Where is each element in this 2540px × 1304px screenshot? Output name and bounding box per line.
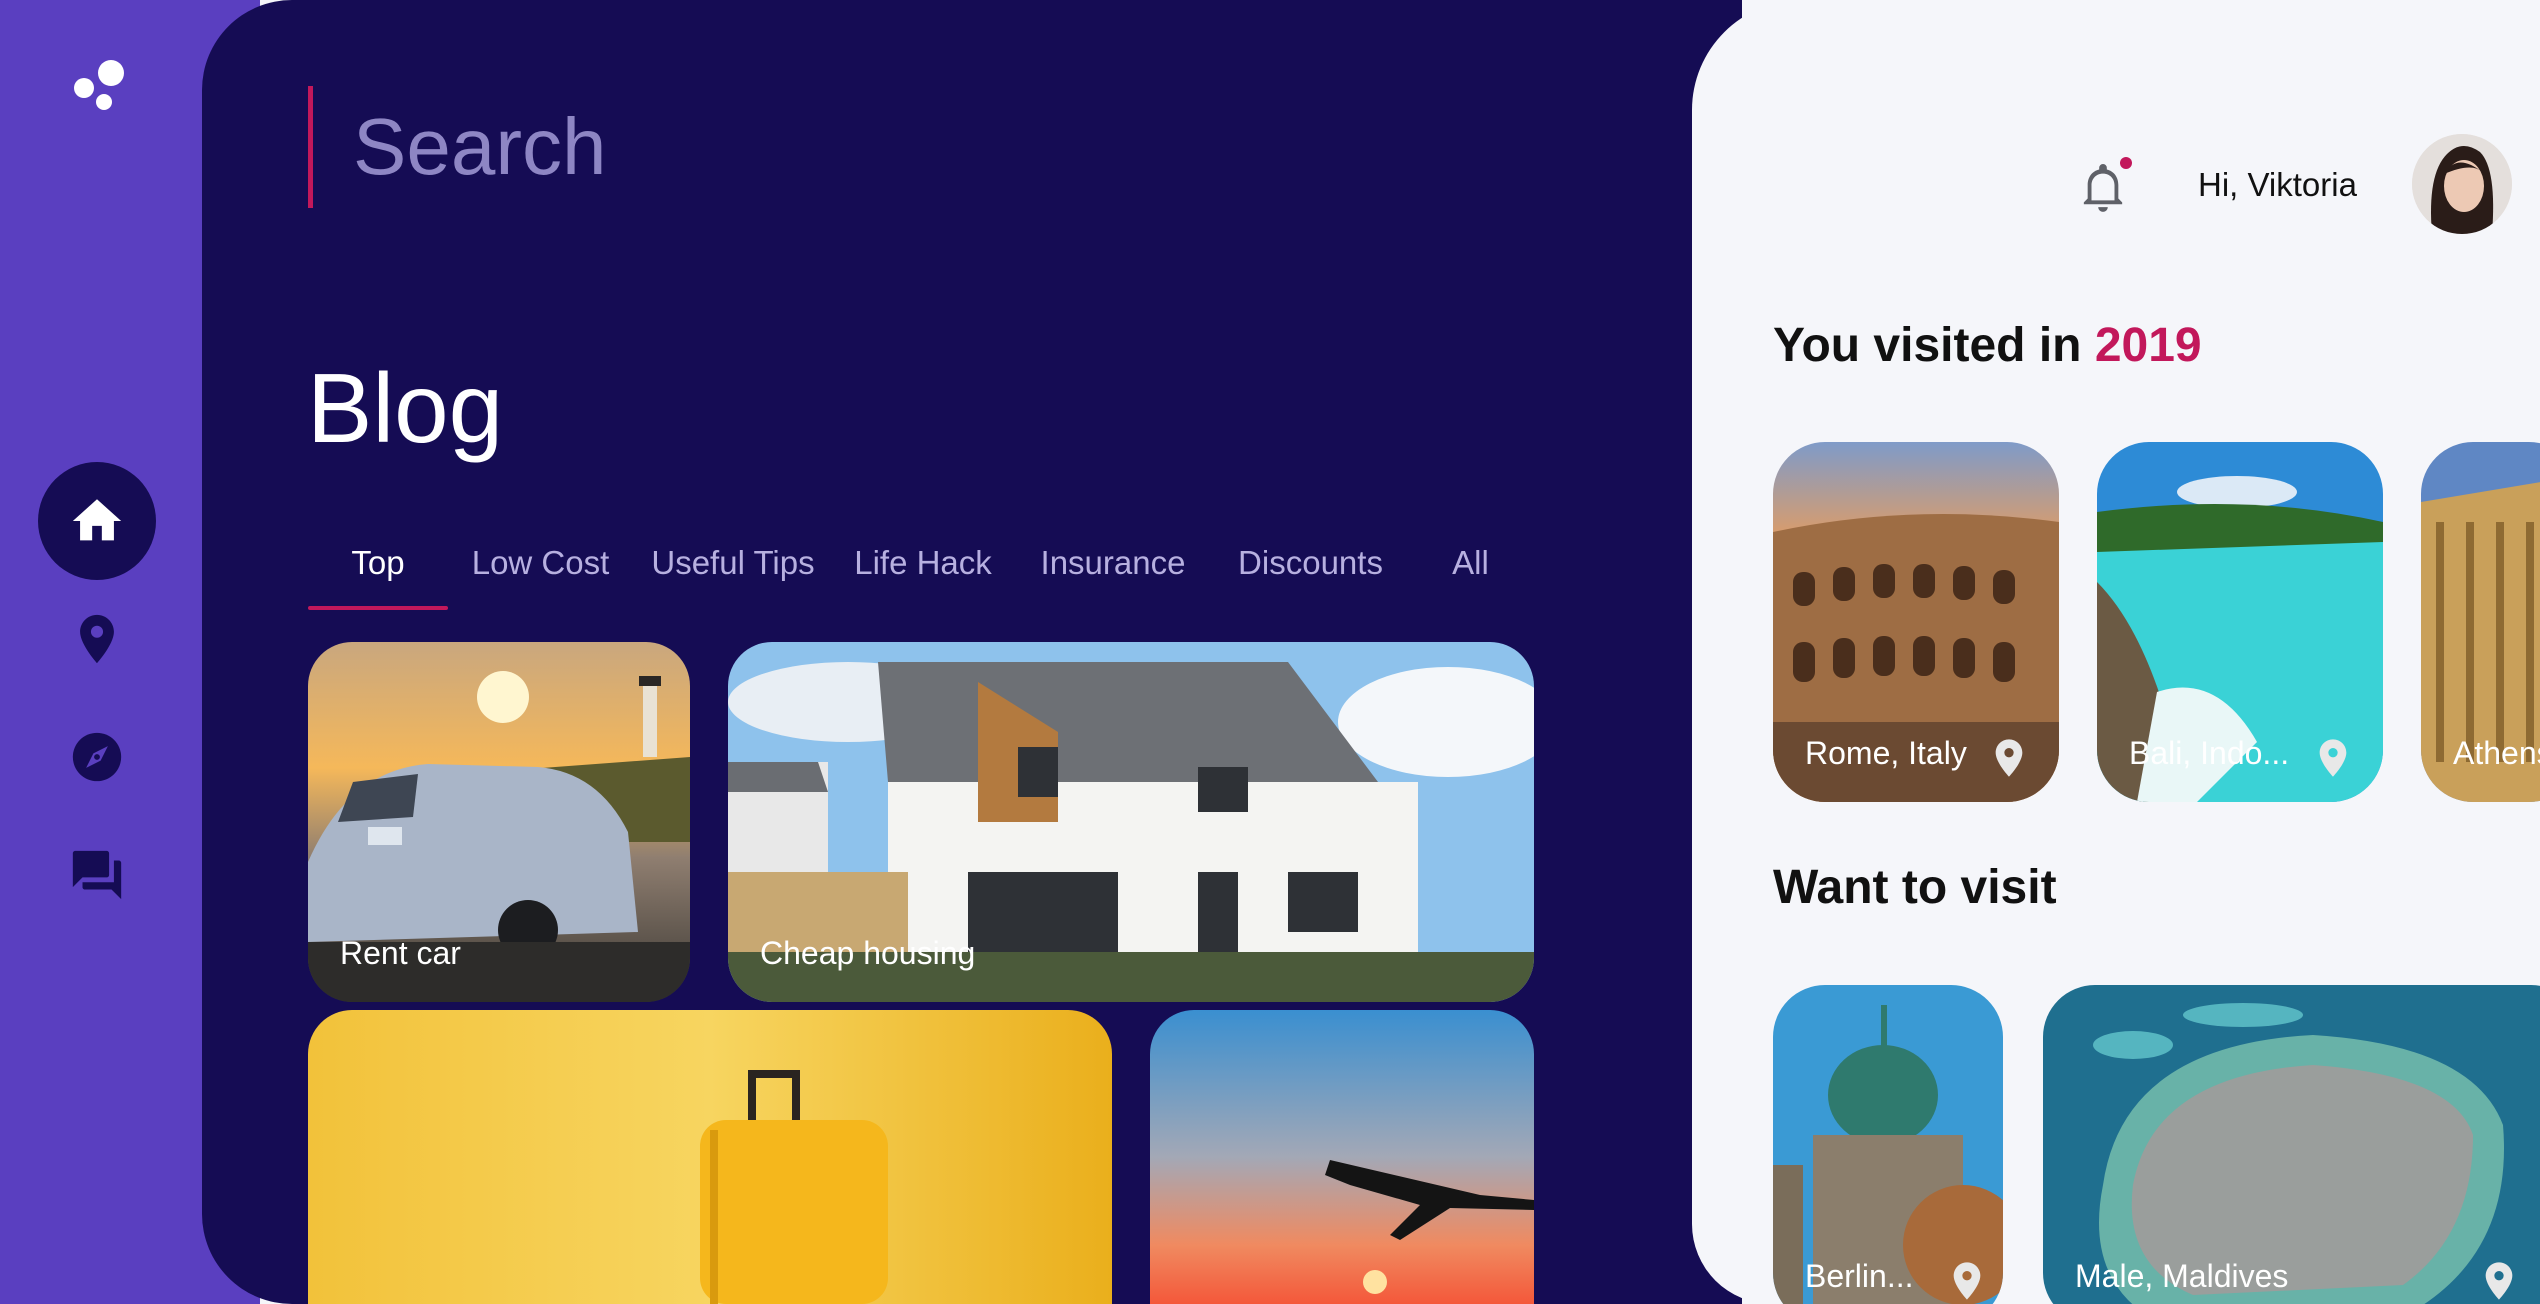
tab-life-hack[interactable]: Life Hack [833,536,1013,626]
blog-card-flight[interactable] [1150,1010,1534,1304]
tab-useful-tips[interactable]: Useful Tips [633,536,833,626]
nav-explore[interactable] [38,698,156,816]
want-card-maldives[interactable]: Male, Maldives [2043,985,2540,1304]
compass-icon [72,732,122,782]
nav-home[interactable] [38,462,156,580]
location-pin-icon [2485,1262,2513,1300]
place-label: Berlin... [1805,1258,1914,1294]
visited-card-athens[interactable]: Athens [2421,442,2540,802]
home-icon [72,499,122,541]
location-pin-icon [1953,1262,1981,1300]
tab-low-cost[interactable]: Low Cost [448,536,633,626]
place-label: Athens [2453,735,2540,771]
card-label: Rent car [340,935,461,971]
search-input[interactable] [353,101,1253,193]
airplane-photo [1150,1010,1534,1304]
app-logo[interactable] [70,56,130,112]
location-pin-icon [80,614,114,664]
tab-all[interactable]: All [1408,536,1533,626]
tab-insurance[interactable]: Insurance [1013,536,1213,626]
search-bar[interactable] [308,86,1308,208]
tab-top[interactable]: Top [308,536,448,626]
nav-chat[interactable] [38,816,156,934]
want-section-title: Want to visit [1773,861,2057,914]
tab-discounts[interactable]: Discounts [1213,536,1408,626]
notification-badge [2120,157,2132,169]
location-pin-icon [2319,739,2347,777]
visited-year: 2019 [2094,319,2202,372]
place-label: Rome, Italy [1805,735,1967,771]
visited-card-bali[interactable]: Bali, Indo... [2097,442,2383,802]
avatar[interactable] [2412,134,2512,234]
visited-section-title: You visited in 2019 [1773,318,2202,373]
visited-title-text: You visited in [1773,319,2095,372]
island-photo [2043,985,2540,1304]
blog-card-cheap-housing[interactable]: Cheap housing [728,642,1534,1002]
blog-card-rent-car[interactable]: Rent car [308,642,690,1002]
avatar-photo [2412,134,2512,234]
notification-bell-icon[interactable] [2080,160,2126,214]
location-pin-icon [1995,739,2023,777]
blog-tabs: Top Low Cost Useful Tips Life Hack Insur… [308,536,1533,626]
card-label: Cheap housing [760,935,976,971]
place-label: Bali, Indo... [2129,735,2290,771]
place-label: Male, Maldives [2075,1258,2289,1294]
want-card-berlin[interactable]: Berlin... [1773,985,2003,1304]
chat-icon [72,850,122,900]
user-greeting: Hi, Viktoria [2198,166,2357,203]
luggage-photo [308,1010,1112,1304]
visited-card-rome[interactable]: Rome, Italy [1773,442,2059,802]
page-title: Blog [307,353,504,463]
blog-card-luggage[interactable] [308,1010,1112,1304]
cathedral-photo [1773,985,2003,1304]
nav-location[interactable] [38,580,156,698]
